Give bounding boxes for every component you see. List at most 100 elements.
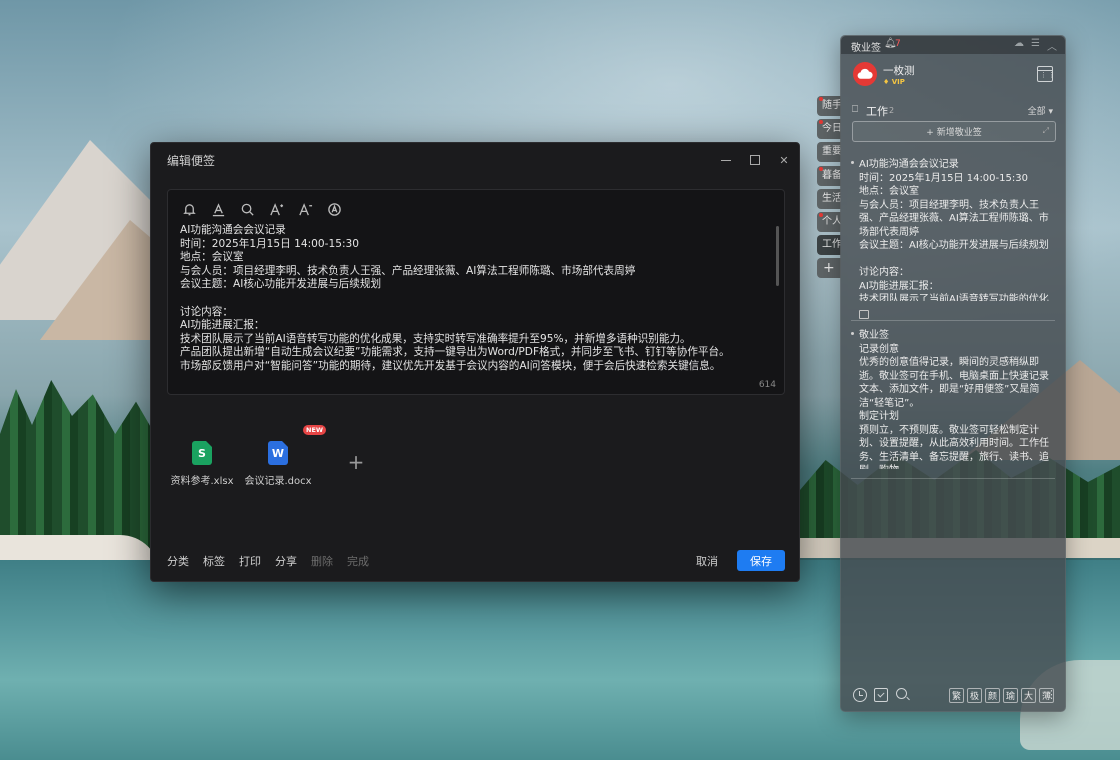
attachment-docx[interactable]: W 会议记录.docx <box>243 441 313 487</box>
font-button[interactable]: 颜 <box>985 688 1000 703</box>
cancel-button[interactable]: 取消 <box>696 553 718 569</box>
category-button[interactable]: 分类 <box>167 553 189 569</box>
note-item[interactable]: 敬业签 记录创意 优秀的创意值得记录，瞬间的灵感稍纵即逝。敬业签可在手机、电脑桌… <box>851 329 1057 469</box>
category-count: 2 <box>889 106 895 115</box>
preview-line: AI功能沟通会会议记录 <box>859 159 959 170</box>
preview-line: 会议主题：AI核心功能开发进展与后续规划 <box>859 240 1049 251</box>
xlsx-file-icon: S <box>192 441 212 465</box>
menu-icon[interactable]: ☰ <box>1031 38 1040 53</box>
panel-top-icons: ☁ ☰ ︿ <box>1014 38 1057 53</box>
note-item[interactable]: AI功能沟通会会议记录 时间：2025年1月15日 14:00-15:30 地点… <box>851 158 1057 319</box>
attachment-xlsx[interactable]: S 资料参考.xlsx <box>167 441 237 487</box>
tab-label: 工作 <box>822 239 841 251</box>
tab-personal[interactable]: 个人 <box>817 211 841 232</box>
tag-button[interactable]: 标签 <box>203 553 225 569</box>
filter-label: 全部 <box>1027 107 1046 117</box>
add-attachment-button[interactable]: + <box>346 452 366 473</box>
font-button[interactable]: 极 <box>967 688 982 703</box>
unread-dot <box>819 97 823 101</box>
divider <box>851 320 1055 321</box>
search-icon[interactable] <box>896 688 907 699</box>
reminder-count: 7 <box>895 39 901 49</box>
note-preview: AI功能沟通会会议记录 时间：2025年1月15日 14:00-15:30 地点… <box>859 158 1054 301</box>
note-line: 会议主题：AI核心功能开发进展与后续规划 <box>180 278 382 291</box>
app-name: 敬业签 <box>851 43 881 54</box>
font-button[interactable]: 大 <box>1021 688 1036 703</box>
add-note-label: + 新增敬业签 <box>926 128 982 138</box>
editor-footer-actions: 分类 标签 打印 分享 删除 完成 <box>167 553 369 569</box>
docx-file-icon: W <box>268 441 288 465</box>
share-button[interactable]: 分享 <box>275 553 297 569</box>
note-line: 市场部反馈用户对“智能问答”功能的期待，建议优先开发基于会议内容的AI问答模块，… <box>180 359 721 372</box>
note-line: AI功能沟通会会议记录 <box>180 224 286 236</box>
tab-label: 生活 <box>822 192 841 204</box>
tab-suishou[interactable]: 随手 <box>817 96 841 116</box>
maximize-button[interactable] <box>744 149 766 171</box>
print-button[interactable]: 打印 <box>239 553 261 569</box>
note-line: AI功能进展汇报： <box>180 319 265 332</box>
font-button[interactable]: 瑜 <box>1003 688 1018 703</box>
cloud-sync-icon[interactable]: ☁ <box>1014 38 1024 53</box>
text-format-icon[interactable] <box>209 200 228 219</box>
tab-work[interactable]: 工作 <box>817 235 841 256</box>
category-tabs: 随手 今日 重要 暮备 生活 个人 工作 + <box>817 96 841 282</box>
preview-line-blank <box>859 253 1054 267</box>
note-content[interactable]: AI功能沟通会会议记录 时间：2025年1月15日 14:00-15:30 地点… <box>180 224 770 376</box>
vip-badge: ♦ VIP <box>883 78 905 86</box>
tab-label: 暮备 <box>822 169 841 181</box>
completed-icon[interactable] <box>874 688 888 702</box>
editor-titlebar[interactable]: 编辑便签 <box>151 143 799 177</box>
preview-line: 制定计划 <box>859 411 899 422</box>
tab-life[interactable]: 生活 <box>817 188 841 209</box>
minimize-button[interactable] <box>715 149 737 171</box>
bell-icon[interactable] <box>180 200 199 219</box>
tab-memo[interactable]: 暮备 <box>817 165 841 186</box>
search-icon[interactable] <box>238 200 257 219</box>
clock-icon[interactable] <box>853 688 867 702</box>
unread-dot <box>819 212 823 217</box>
calendar-icon[interactable] <box>1037 66 1056 82</box>
preview-line: 与会人员：项目经理李明、技术负责人王强、产品经理张薇、AI算法工程师陈璐、市场部… <box>859 199 1049 238</box>
preview-line: 技术团队展示了当前AI语音转写功能的优化成果 <box>859 294 1049 301</box>
save-button[interactable]: 保存 <box>737 550 785 571</box>
font-decrease-icon[interactable] <box>296 200 315 219</box>
tab-label: 个人 <box>822 215 841 227</box>
unread-dot <box>819 166 823 171</box>
filter-dropdown[interactable]: 全部 ▾ <box>1028 104 1053 117</box>
bullet <box>851 332 854 335</box>
delete-button[interactable]: 删除 <box>311 553 333 569</box>
preview-line: AI功能进展汇报： <box>859 280 939 292</box>
preview-line: 讨论内容： <box>859 267 909 278</box>
panel-topbar[interactable]: 敬业签 🔔︎ 7 ☁ ☰ ︿ <box>841 36 1065 54</box>
font-increase-icon[interactable] <box>267 200 286 219</box>
tab-important[interactable]: 重要 <box>817 142 841 163</box>
expand-icon[interactable]: ⤢ <box>1043 126 1049 136</box>
username[interactable]: 一枚测 <box>883 63 915 78</box>
font-style-buttons: 繁 极 颜 瑜 大 薄 <box>949 688 1054 703</box>
note-line: 与会人员：项目经理李明、技术负责人王强、产品经理张薇、AI算法工程师陈璐、市场部… <box>180 264 636 277</box>
preview-line: 优秀的创意值得记录，瞬间的灵感稍纵即逝。敬业签可在手机、电脑桌面上快速记录文本、… <box>859 357 1049 409</box>
tab-today[interactable]: 今日 <box>817 119 841 140</box>
edit-note-window: 编辑便签 AI功能沟通会会议记录 <box>150 142 800 582</box>
close-button[interactable] <box>773 149 795 171</box>
preview-line: 时间：2025年1月15日 14:00-15:30 <box>859 172 1028 184</box>
char-count: 614 <box>758 380 776 390</box>
sticky-note-panel: 敬业签 🔔︎ 7 ☁ ☰ ︿ 一枚测 ♦ VIP ⎕ 工作 2 全部 ▾ + 新… <box>840 35 1066 712</box>
avatar[interactable] <box>853 62 877 86</box>
add-category-button[interactable]: + <box>817 258 841 279</box>
cloud-logo-icon <box>857 68 873 79</box>
add-note-button[interactable]: + 新增敬业签 ⤢ <box>852 121 1056 142</box>
auto-format-icon[interactable] <box>325 200 344 219</box>
more-icon[interactable]: ⋮ <box>1046 688 1057 701</box>
editor-scrollbar[interactable] <box>776 226 779 286</box>
collapse-icon[interactable]: ︿ <box>1047 38 1057 53</box>
panel-bottom-toolbar: 繁 极 颜 瑜 大 薄 ⋮ <box>851 688 1057 704</box>
note-line: 时间：2025年1月15日 14:00-15:30 <box>180 237 359 250</box>
note-editor[interactable]: AI功能沟通会会议记录 时间：2025年1月15日 14:00-15:30 地点… <box>167 189 785 395</box>
note-line: 讨论内容： <box>180 305 233 318</box>
tab-label: 今日 <box>822 123 841 135</box>
current-category: 工作 <box>866 105 888 118</box>
font-button[interactable]: 繁 <box>949 688 964 703</box>
done-button[interactable]: 完成 <box>347 553 369 569</box>
attachment-icon <box>859 310 869 319</box>
